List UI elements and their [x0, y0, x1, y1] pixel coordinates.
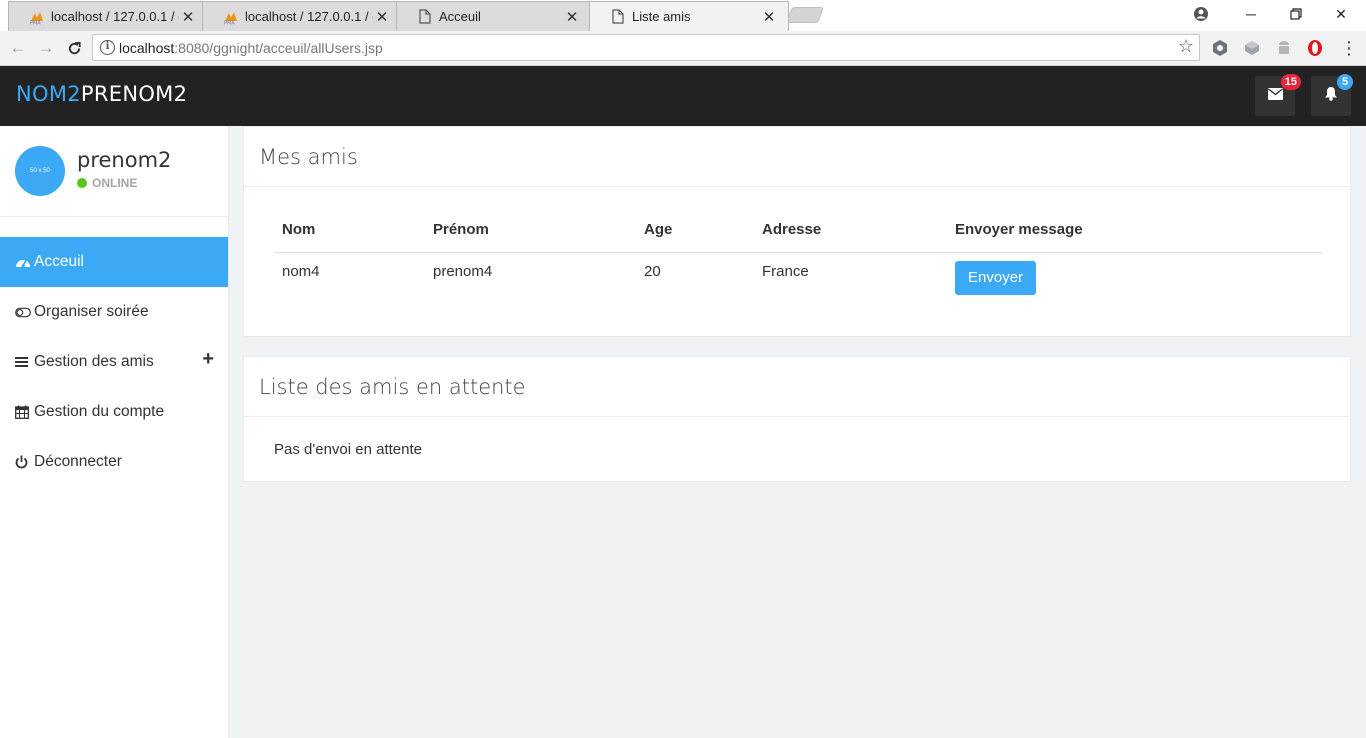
cell-adresse: France: [762, 262, 809, 280]
user-name: prenom2: [77, 148, 172, 172]
messages-button[interactable]: 15: [1255, 74, 1301, 116]
extension-android-icon[interactable]: [1275, 39, 1293, 57]
tab-title: Acceuil: [439, 9, 481, 24]
column-header-age: Age: [636, 207, 754, 253]
browser-toolbar: ← → i localhost:8080/ggnight/acceuil/all…: [0, 31, 1366, 66]
back-icon[interactable]: ←: [6, 37, 30, 59]
panel-title: Liste des amis en attente: [244, 357, 1350, 417]
close-window-icon[interactable]: ✕: [1318, 0, 1364, 28]
send-message-button[interactable]: Envoyer: [955, 260, 1037, 295]
column-header-nom: Nom: [274, 207, 425, 253]
forward-icon[interactable]: →: [34, 37, 58, 59]
minimize-icon[interactable]: ─: [1228, 0, 1274, 28]
url-text: localhost:8080/ggnight/acceuil/allUsers.…: [119, 40, 383, 56]
opera-icon[interactable]: [1306, 39, 1324, 57]
notifications-button[interactable]: 5: [1311, 74, 1353, 116]
cell-age: 20: [644, 262, 661, 280]
sidebar-item-label: Déconnecter: [34, 453, 122, 470]
phpmyadmin-icon: PMA: [223, 9, 239, 25]
cell-nom: nom4: [282, 262, 320, 280]
notifications-badge: 5: [1337, 74, 1353, 90]
plus-icon[interactable]: +: [202, 348, 214, 371]
address-bar[interactable]: i localhost:8080/ggnight/acceuil/allUser…: [92, 34, 1200, 61]
sidebar-item-gestion-des-amis[interactable]: Gestion des amis +: [0, 337, 228, 387]
column-header-envoyer-message: Envoyer message: [947, 207, 1322, 253]
friends-table: Nom Prénom Age Adresse Envoyer message n…: [274, 207, 1322, 297]
browser-tabstrip: PMA localhost / 127.0.0.1 / gc ✕ PMA loc…: [0, 0, 1366, 31]
svg-text:PMA: PMA: [30, 20, 41, 25]
close-icon[interactable]: ✕: [373, 8, 391, 26]
toggle-icon: [15, 307, 31, 318]
bookmark-star-icon[interactable]: ☆: [1178, 36, 1194, 57]
column-header-prenom: Prénom: [425, 207, 636, 253]
tab-title: localhost / 127.0.0.1 / gc: [245, 9, 373, 24]
dashboard-icon: [15, 255, 31, 269]
brand-logo[interactable]: NOM2PRENOM2: [16, 82, 187, 106]
panel-title: Mes amis: [244, 127, 1350, 187]
messages-badge: 15: [1280, 74, 1301, 90]
online-dot-icon: [77, 178, 87, 188]
svg-text:PMA: PMA: [224, 20, 235, 25]
envelope-icon: [1267, 87, 1283, 105]
extension-cube-icon[interactable]: [1243, 39, 1261, 57]
page-icon: [610, 9, 626, 25]
browser-tab[interactable]: Acceuil ✕: [396, 1, 592, 31]
new-tab-button[interactable]: [786, 7, 824, 23]
close-icon[interactable]: ✕: [563, 8, 581, 26]
column-header-adresse: Adresse: [754, 207, 947, 253]
tab-title: localhost / 127.0.0.1 / gc: [51, 9, 179, 24]
sidebar-item-deconnecter[interactable]: Déconnecter: [0, 437, 228, 487]
sidebar-item-label: Acceuil: [34, 253, 84, 270]
list-icon: [15, 356, 31, 368]
tab-title: Liste amis: [632, 9, 691, 24]
table-header-row: Nom Prénom Age Adresse Envoyer message: [274, 207, 1322, 253]
cell-prenom: prenom4: [433, 262, 493, 280]
cell-action: Envoyer: [947, 252, 1322, 297]
empty-state-message: Pas d'envoi en attente: [274, 441, 422, 458]
divider: [0, 216, 228, 217]
friends-panel: Mes amis Nom Prénom Age Adresse Envoyer …: [243, 126, 1351, 337]
info-icon[interactable]: i: [100, 40, 115, 55]
table-row: nom4 prenom4 20 France Envoyer: [274, 252, 1322, 297]
page-icon: [417, 9, 433, 25]
avatar[interactable]: 50 x 50: [15, 146, 65, 196]
app-header: NOM2PRENOM2 15 5: [0, 66, 1366, 126]
restore-icon[interactable]: [1273, 0, 1319, 28]
calendar-icon: [15, 405, 31, 419]
sidebar-item-organiser-soiree[interactable]: Organiser soirée: [0, 287, 228, 337]
sidebar: 50 x 50 prenom2 ONLINE Acceuil Organiser…: [0, 126, 229, 738]
browser-tab[interactable]: PMA localhost / 127.0.0.1 / gc ✕: [8, 1, 208, 31]
status-indicator: ONLINE: [77, 176, 137, 190]
browser-tab-active[interactable]: Liste amis ✕: [589, 1, 789, 31]
profile-icon[interactable]: [1178, 0, 1224, 28]
close-icon[interactable]: ✕: [760, 8, 778, 26]
sidebar-item-acceuil[interactable]: Acceuil: [0, 237, 228, 287]
sidebar-item-label: Gestion du compte: [34, 403, 165, 420]
browser-tab[interactable]: PMA localhost / 127.0.0.1 / gc ✕: [202, 1, 402, 31]
power-icon: [15, 455, 31, 469]
status-label: ONLINE: [92, 176, 138, 190]
bell-icon: [1324, 86, 1338, 106]
pending-friends-panel: Liste des amis en attente Pas d'envoi en…: [243, 356, 1351, 482]
sidebar-item-label: Organiser soirée: [34, 303, 149, 320]
menu-dots-icon[interactable]: ⋮: [1340, 38, 1358, 58]
phpmyadmin-icon: PMA: [29, 9, 45, 25]
sidebar-item-gestion-du-compte[interactable]: Gestion du compte: [0, 387, 228, 437]
close-icon[interactable]: ✕: [179, 8, 197, 26]
extension-eye-icon[interactable]: [1211, 39, 1229, 57]
reload-icon[interactable]: [62, 37, 86, 59]
sidebar-item-label: Gestion des amis: [34, 353, 154, 370]
